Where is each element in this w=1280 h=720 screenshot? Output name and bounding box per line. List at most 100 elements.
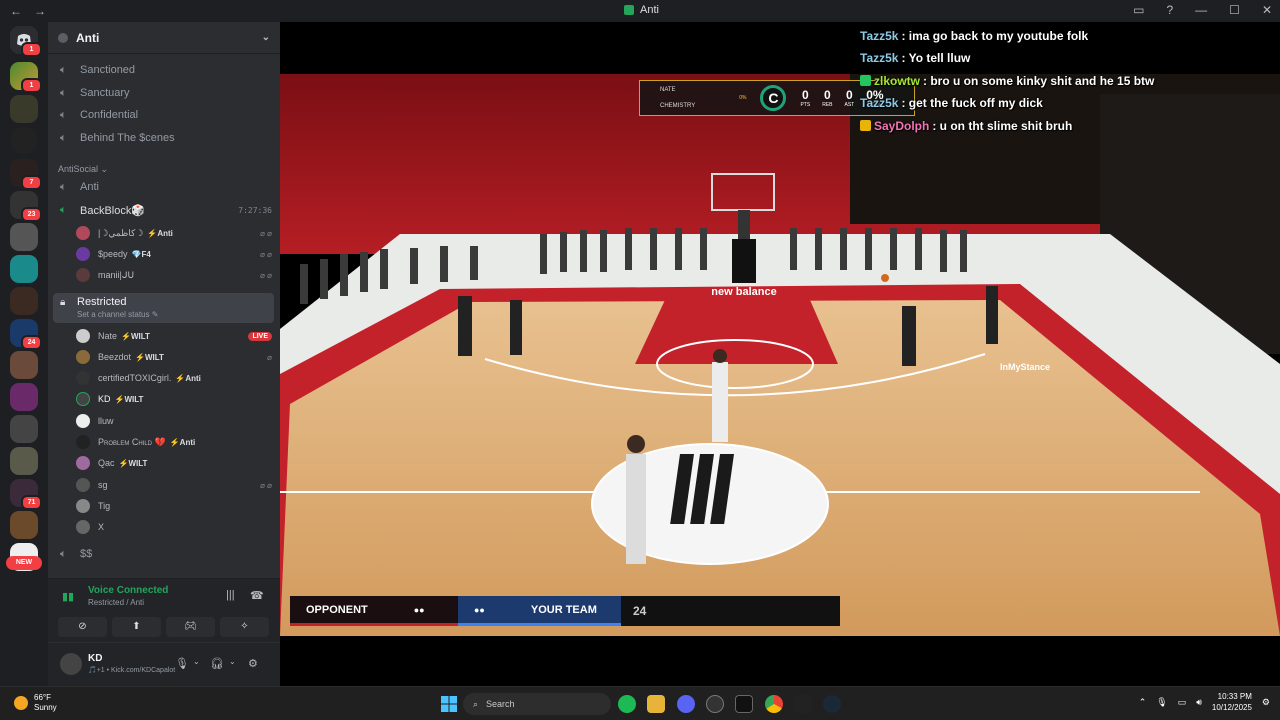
badge-icon [860,120,871,132]
user-status: 🎵+1 • Kick.com/KDCapalot [88,667,176,674]
server-icon[interactable] [10,447,38,475]
voice-member[interactable]: $peedy 💎F4 ⌀ ⌀ [76,244,272,264]
inbox-icon[interactable]: ▭ [1133,3,1144,17]
voice-channel-behind-the-scenes[interactable]: 🔈︎ Behind The $cenes [56,128,272,148]
microphone-icon[interactable]: 🎙︎ [1156,697,1167,708]
notification-badge: 1 [21,78,42,93]
voice-member[interactable]: manii|ᒍᑌ ⌀ ⌀ [76,265,272,285]
help-icon[interactable]: ? [1166,3,1173,17]
voice-member[interactable]: KD ⚡WILT [76,389,272,409]
screen-share-button[interactable]: ⬆ [112,617,161,637]
clock[interactable]: 10:33 PM 10/12/2025 [1212,691,1252,713]
weather-widget[interactable]: 66°F Sunny [14,693,57,713]
date: 10/12/2025 [1211,703,1252,712]
server-icon[interactable]: 23 [10,191,42,222]
camera-off-button[interactable]: ⊘ [58,617,107,637]
category-antisocial[interactable]: AntiSocial ⌄ [58,164,108,175]
app-icon[interactable] [794,695,812,713]
discord-icon[interactable] [677,695,695,713]
notification-icon[interactable]: ⚙ [1262,697,1270,708]
file-explorer-icon[interactable] [647,695,665,713]
avatar[interactable] [60,653,82,675]
notification-badge: 71 [21,495,42,510]
voice-member[interactable]: certifiedTOXICgirl. ⚡Anti [76,368,272,388]
chevron-down-icon[interactable]: ⌄ [193,657,200,666]
player-tag: InMyStance [1000,362,1050,372]
voice-member[interactable]: |☽كاظمي☽ ⚡Anti ⌀ ⌀ [76,223,272,243]
voice-channel-sanctioned[interactable]: 🔈︎ Sanctioned [56,60,272,80]
spotify-icon[interactable] [618,695,636,713]
voice-channel-money[interactable]: 🔈︎ $$ [56,544,272,564]
username[interactable]: KD [88,653,102,664]
muted-icon: ⌀ [267,352,272,362]
discord-home-icon[interactable]: 1 [10,26,42,57]
voice-channel-anti[interactable]: 🔈︎ Anti [56,177,272,197]
soundboard-button[interactable]: ✧ [220,617,269,637]
voice-channel-sanctuary[interactable]: 🔈︎ Sanctuary [56,83,272,103]
voice-location[interactable]: Restricted / Anti [88,598,144,607]
voice-member[interactable]: X [76,517,272,537]
server-icon[interactable] [10,351,38,379]
back-arrow-icon[interactable]: ← [10,4,22,18]
chevron-down-icon[interactable]: ⌄ [229,657,236,666]
server-icon[interactable]: 1 [10,62,42,93]
member-name: certifiedTOXICgirl. [98,373,172,383]
voice-member[interactable]: Beezdot ⚡WILT ⌀ [76,347,272,367]
voice-member[interactable]: Nate ⚡WILT LIVE [76,326,272,346]
chevron-up-icon[interactable]: ⌃ [1139,697,1147,708]
server-icon[interactable] [10,95,38,123]
start-icon[interactable] [440,695,458,713]
voice-member[interactable]: Qac ⚡WILT [76,453,272,473]
server-icon[interactable] [10,223,38,251]
server-icon[interactable] [10,287,38,315]
forward-arrow-icon[interactable]: → [34,4,46,18]
activity-button[interactable]: 🎮︎ [166,617,215,637]
epic-games-icon[interactable] [735,695,753,713]
server-icon[interactable]: 71 [10,479,42,510]
minimize-button[interactable]: — [1195,3,1207,17]
server-rail: 1 1 7 23 24 71 NEW [0,22,48,686]
voice-member[interactable]: sg ⌀ ⌀ [76,475,272,495]
server-icon[interactable] [10,126,38,154]
disconnect-icon[interactable]: ☎ [250,589,264,602]
voice-channel-backblock[interactable]: 🔈︎ BackBlock🎲 7:27:36 [56,200,272,220]
member-name: KD [98,394,111,404]
server-icon[interactable] [10,255,38,283]
voice-member[interactable]: lluw [76,411,272,431]
opponent-fouls: ●● [413,604,425,615]
new-badge: NEW [6,556,42,570]
voice-member[interactable]: Problem Child 💔 ⚡Anti [76,432,272,452]
server-icon[interactable]: 7 [10,159,42,190]
chat-username: SayDolph [874,118,930,133]
xbox-icon[interactable] [706,695,724,713]
volume-icon[interactable]: 🔊︎ [1196,697,1202,708]
maximize-button[interactable]: ☐ [1229,3,1240,17]
taskbar-search[interactable]: ⌕ Search [463,693,611,715]
server-icon[interactable]: 24 [10,319,42,350]
steam-icon[interactable] [823,695,841,713]
server-header[interactable]: Anti ⌄ [48,22,280,54]
close-button[interactable]: ✕ [1262,3,1272,17]
server-icon[interactable] [10,415,38,443]
voice-member[interactable]: Tig [76,496,272,516]
network-icon[interactable]: ▭ [1178,697,1187,708]
gear-icon[interactable]: ⚙ [248,657,258,670]
microphone-icon[interactable]: 🎙︎ [175,657,189,670]
voice-channel-restricted[interactable]: 🔒︎ Restricted Set a channel status ✎ [53,293,274,323]
weather-condition: Sunny [34,703,57,712]
voice-status[interactable]: Voice Connected [88,585,168,596]
headphones-icon[interactable]: 🎧︎ [210,657,224,670]
team-fouls: ●● [474,604,485,615]
deafened-icon: ⌀ ⌀ [260,228,272,238]
server-icon[interactable] [10,511,38,539]
speaker-icon: 🔈︎ [60,64,67,76]
stream-viewer[interactable]: new balance InMyStance NATE CHEMISTRY 0%… [280,22,1280,686]
voice-channel-confidential[interactable]: 🔈︎ Confidential [56,105,272,125]
noise-suppression-icon[interactable]: ||| [226,589,235,601]
chrome-icon[interactable] [765,695,783,713]
member-tag: 💎F4 [131,249,151,259]
member-tag: ⚡WILT [118,458,148,468]
channel-status[interactable]: Set a channel status ✎ [77,310,158,319]
game-stream-video[interactable]: new balance InMyStance NATE CHEMISTRY 0%… [280,74,1280,636]
server-icon[interactable] [10,383,38,411]
